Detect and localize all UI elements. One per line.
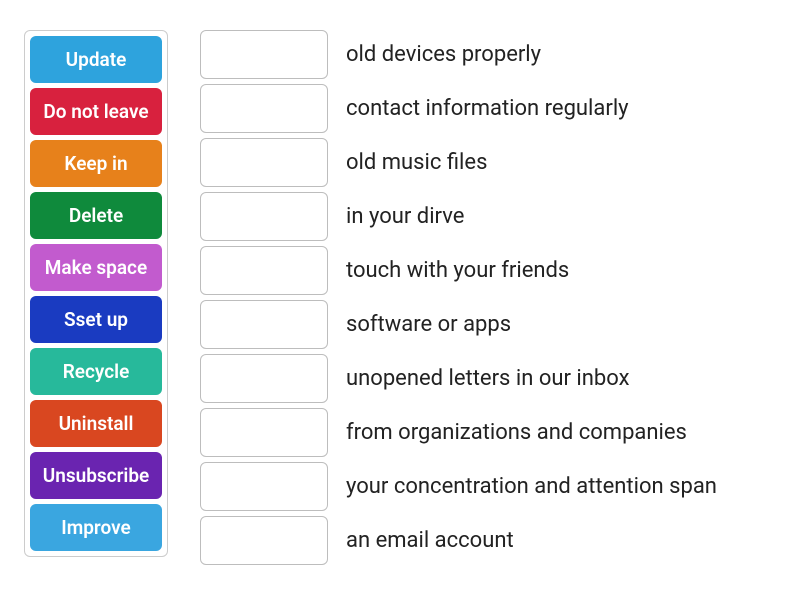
drop-slot[interactable] (200, 138, 328, 187)
target-row: in your dirve (200, 192, 717, 241)
word-tile-make-space[interactable]: Make space (30, 244, 162, 291)
target-list: old devices properly contact information… (200, 30, 717, 565)
word-tile-improve[interactable]: Improve (30, 504, 162, 551)
target-row: old devices properly (200, 30, 717, 79)
drop-slot[interactable] (200, 408, 328, 457)
target-phrase: contact information regularly (346, 96, 629, 121)
drop-slot[interactable] (200, 84, 328, 133)
word-tile-recycle[interactable]: Recycle (30, 348, 162, 395)
drop-slot[interactable] (200, 462, 328, 511)
target-row: old music files (200, 138, 717, 187)
word-tile-uninstall[interactable]: Uninstall (30, 400, 162, 447)
drop-slot[interactable] (200, 192, 328, 241)
target-row: from organizations and companies (200, 408, 717, 457)
target-row: touch with your friends (200, 246, 717, 295)
target-phrase: from organizations and companies (346, 420, 687, 445)
target-row: your concentration and attention span (200, 462, 717, 511)
word-tile-delete[interactable]: Delete (30, 192, 162, 239)
drop-slot[interactable] (200, 516, 328, 565)
drop-slot[interactable] (200, 354, 328, 403)
word-tile-do-not-leave[interactable]: Do not leave (30, 88, 162, 135)
target-phrase: in your dirve (346, 204, 464, 229)
target-row: contact information regularly (200, 84, 717, 133)
target-row: an email account (200, 516, 717, 565)
word-tile-keep-in[interactable]: Keep in (30, 140, 162, 187)
drop-slot[interactable] (200, 246, 328, 295)
word-tile-unsubscribe[interactable]: Unsubscribe (30, 452, 162, 499)
matching-exercise: Update Do not leave Keep in Delete Make … (24, 30, 776, 565)
word-bank: Update Do not leave Keep in Delete Make … (24, 30, 168, 557)
word-tile-update[interactable]: Update (30, 36, 162, 83)
target-phrase: unopened letters in our inbox (346, 366, 630, 391)
drop-slot[interactable] (200, 300, 328, 349)
target-phrase: old music files (346, 150, 487, 175)
word-tile-sset-up[interactable]: Sset up (30, 296, 162, 343)
target-phrase: an email account (346, 528, 514, 553)
target-phrase: touch with your friends (346, 258, 569, 283)
target-row: software or apps (200, 300, 717, 349)
target-row: unopened letters in our inbox (200, 354, 717, 403)
drop-slot[interactable] (200, 30, 328, 79)
target-phrase: software or apps (346, 312, 511, 337)
target-phrase: old devices properly (346, 42, 541, 67)
target-phrase: your concentration and attention span (346, 474, 717, 499)
